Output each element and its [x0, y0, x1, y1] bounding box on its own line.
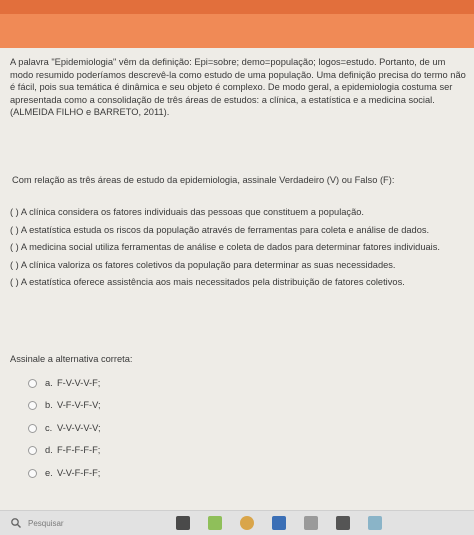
answer-prompt: Assinale a alternativa correta: — [10, 354, 133, 365]
option-letter: e. — [45, 467, 53, 478]
option-text: V-V-F-F-F; — [57, 467, 101, 478]
option-letter: c. — [45, 422, 53, 433]
statement-item: ( ) A estatística estuda os riscos da po… — [10, 224, 430, 235]
option-e[interactable]: e. V-V-F-F-F; — [28, 462, 101, 485]
statement-list: ( ) A clínica considera os fatores indiv… — [10, 206, 462, 294]
radio-button[interactable] — [28, 423, 37, 433]
option-a[interactable]: a. F-V-V-V-F; — [28, 372, 101, 395]
radio-button[interactable] — [28, 401, 37, 411]
search-icon — [11, 518, 21, 528]
statement-item: ( ) A clínica considera os fatores indiv… — [10, 207, 365, 217]
browser-icon[interactable] — [240, 516, 254, 530]
store-icon[interactable] — [272, 516, 286, 530]
mail-icon[interactable] — [368, 516, 382, 530]
option-letter: a. — [45, 377, 53, 388]
option-letter: b. — [45, 400, 53, 411]
search-placeholder: Pesquisar — [28, 518, 64, 528]
statement-item: ( ) A medicina social utiliza ferramenta… — [10, 242, 440, 253]
option-text: V-V-V-V-V; — [57, 422, 101, 433]
statement-item: ( ) A estatística oferece assistência ao… — [10, 277, 405, 288]
question-content: A palavra "Epidemiologia" vêm da definiç… — [10, 56, 466, 478]
page-header-bar — [0, 0, 474, 48]
option-letter: d. — [45, 445, 53, 456]
radio-button[interactable] — [28, 468, 37, 478]
app-icon[interactable] — [304, 516, 318, 530]
intro-text: A palavra "Epidemiologia" vêm da definiç… — [10, 57, 466, 118]
option-text: V-F-V-F-V; — [57, 400, 101, 411]
option-d[interactable]: d. F-F-F-F-F; — [28, 440, 101, 463]
radio-button[interactable] — [28, 378, 37, 388]
taskview-icon[interactable] — [176, 516, 190, 530]
option-text: F-F-F-F-F; — [57, 445, 101, 456]
option-b[interactable]: b. V-F-V-F-V; — [28, 395, 101, 418]
weather-icon[interactable] — [208, 516, 222, 530]
question-text: Com relação as três áreas de estudo da e… — [12, 175, 395, 185]
option-text: F-V-V-V-F; — [57, 377, 101, 388]
statement-item: ( ) A clínica valoriza os fatores coleti… — [10, 259, 396, 270]
taskbar-search[interactable]: Pesquisar — [10, 515, 140, 531]
answer-options: a. F-V-V-V-F; b. V-F-V-F-V; c. V-V-V-V-V… — [28, 372, 101, 485]
option-c[interactable]: c. V-V-V-V-V; — [28, 417, 101, 440]
grid-icon[interactable] — [336, 516, 350, 530]
taskbar: Pesquisar — [0, 510, 474, 535]
header-shade — [0, 0, 474, 14]
radio-button[interactable] — [28, 446, 37, 456]
